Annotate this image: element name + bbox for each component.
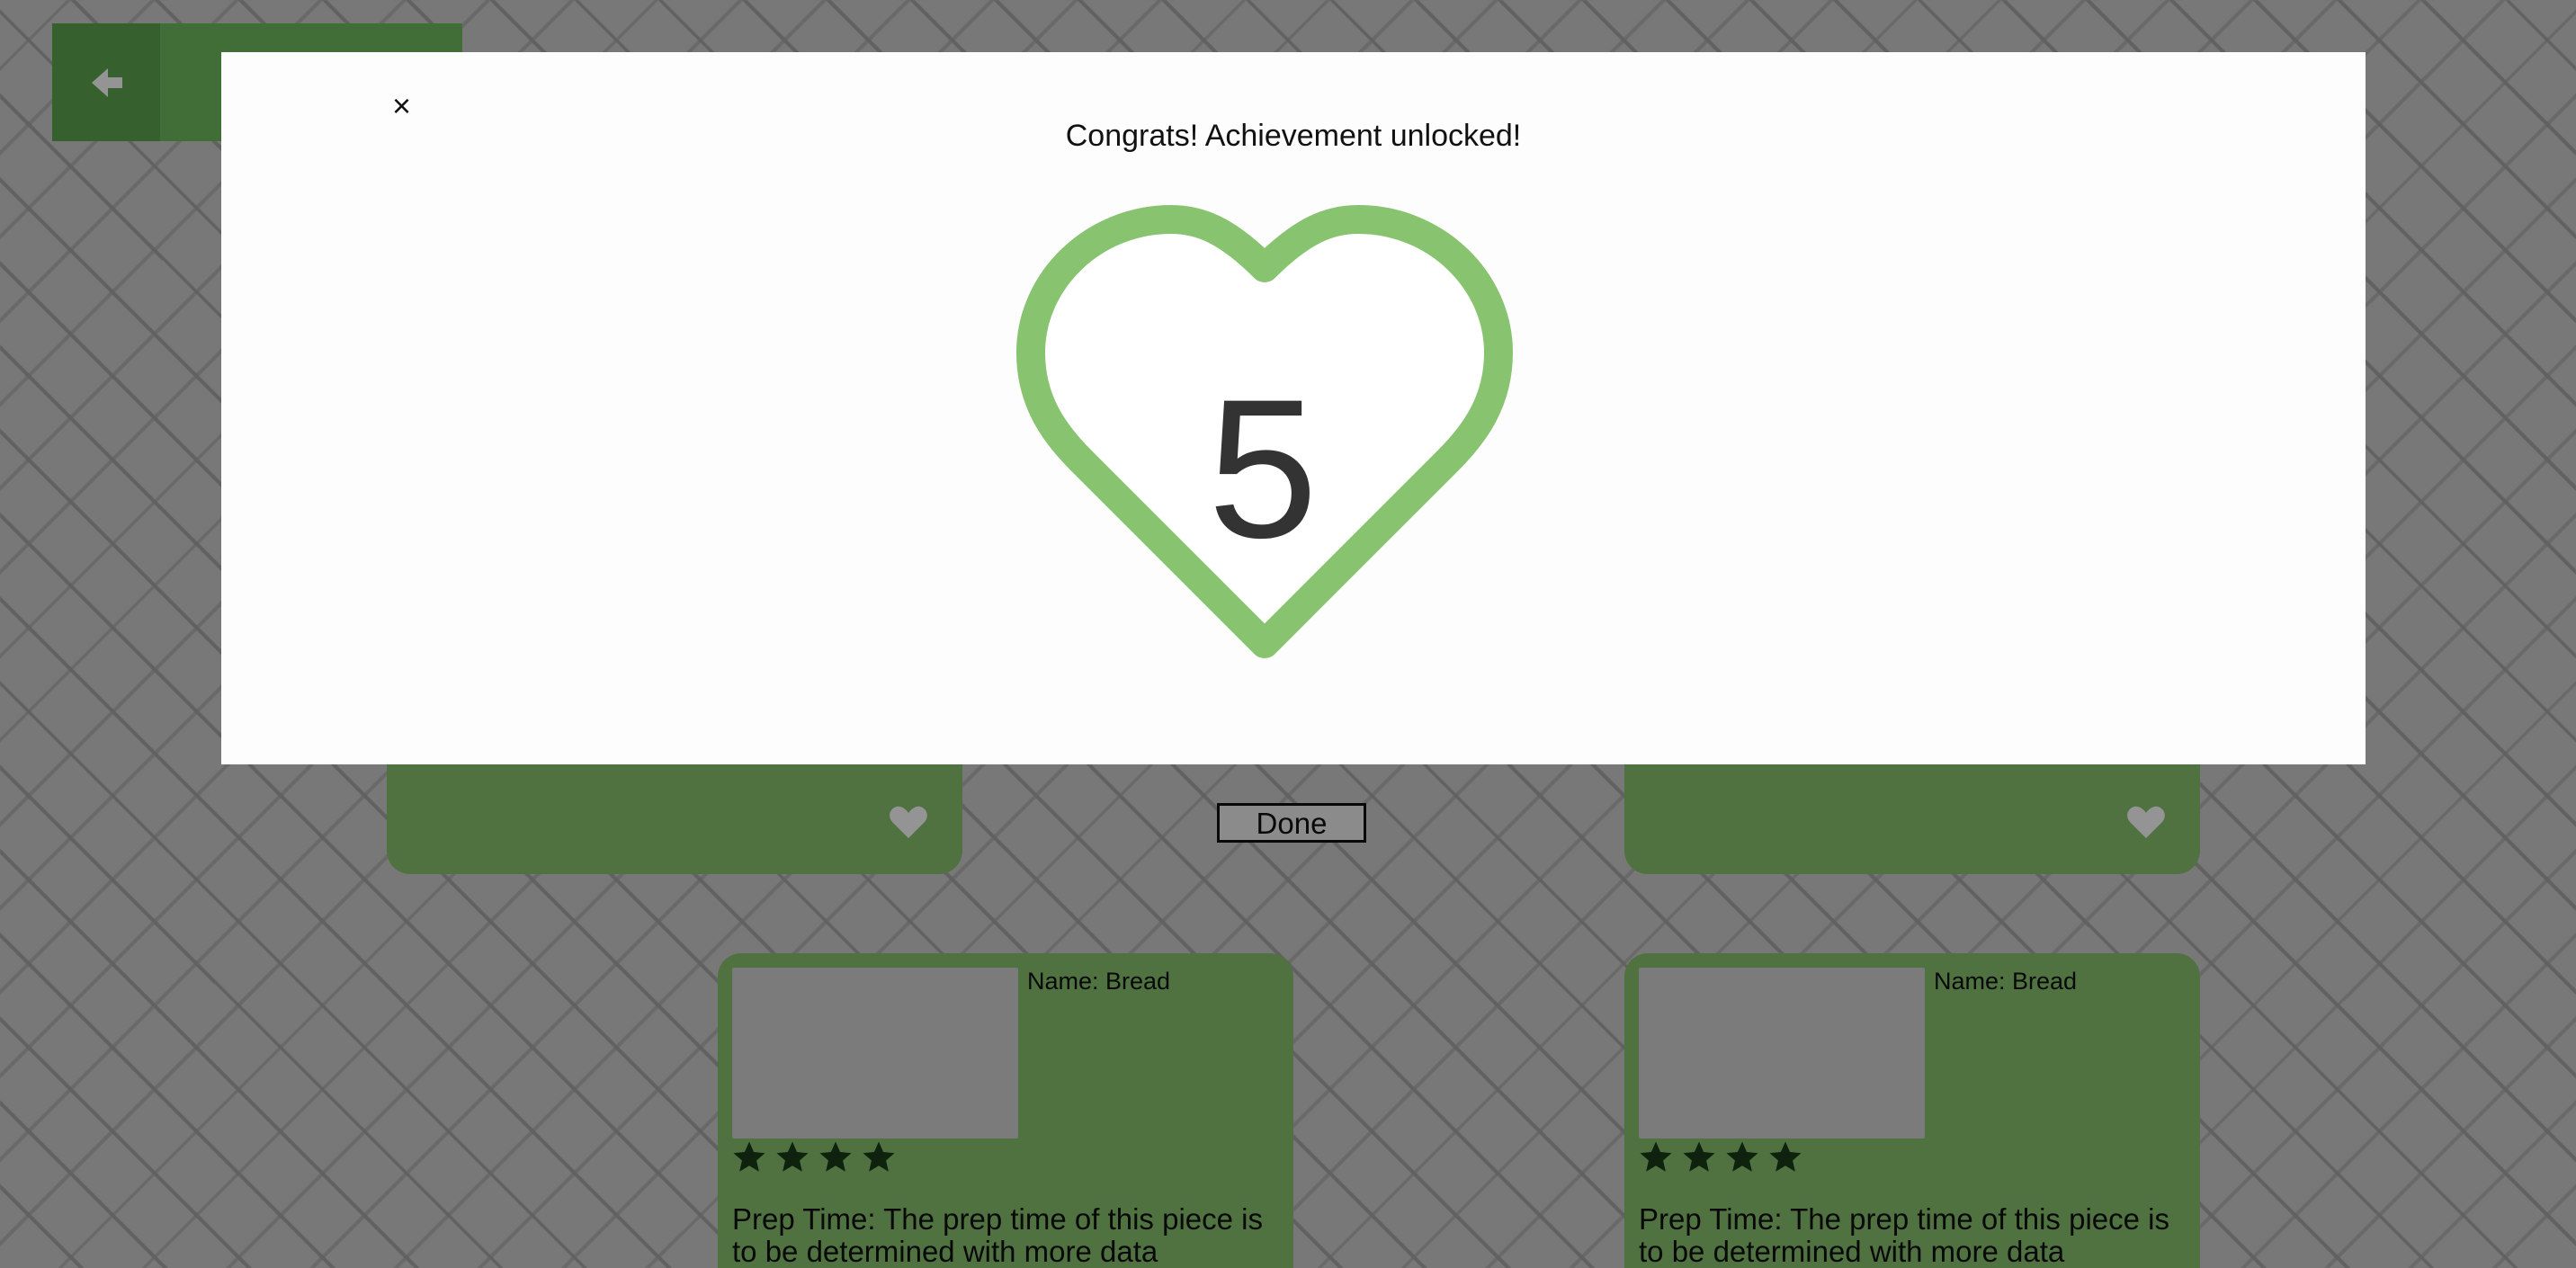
page-background: Done Name: Bread Prep Time: The prep tim… (0, 0, 2576, 1268)
achievement-modal: × Congrats! Achievement unlocked! 5 (221, 52, 2366, 764)
achievement-badge: 5 (995, 194, 1534, 662)
achievement-count: 5 (1207, 358, 1319, 579)
modal-title: Congrats! Achievement unlocked! (1065, 119, 1522, 153)
